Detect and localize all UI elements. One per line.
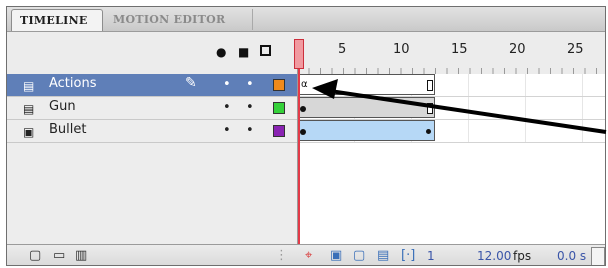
annotation-arrow — [312, 79, 607, 134]
arrow-head — [312, 79, 338, 99]
arrow-shaft — [329, 89, 607, 134]
